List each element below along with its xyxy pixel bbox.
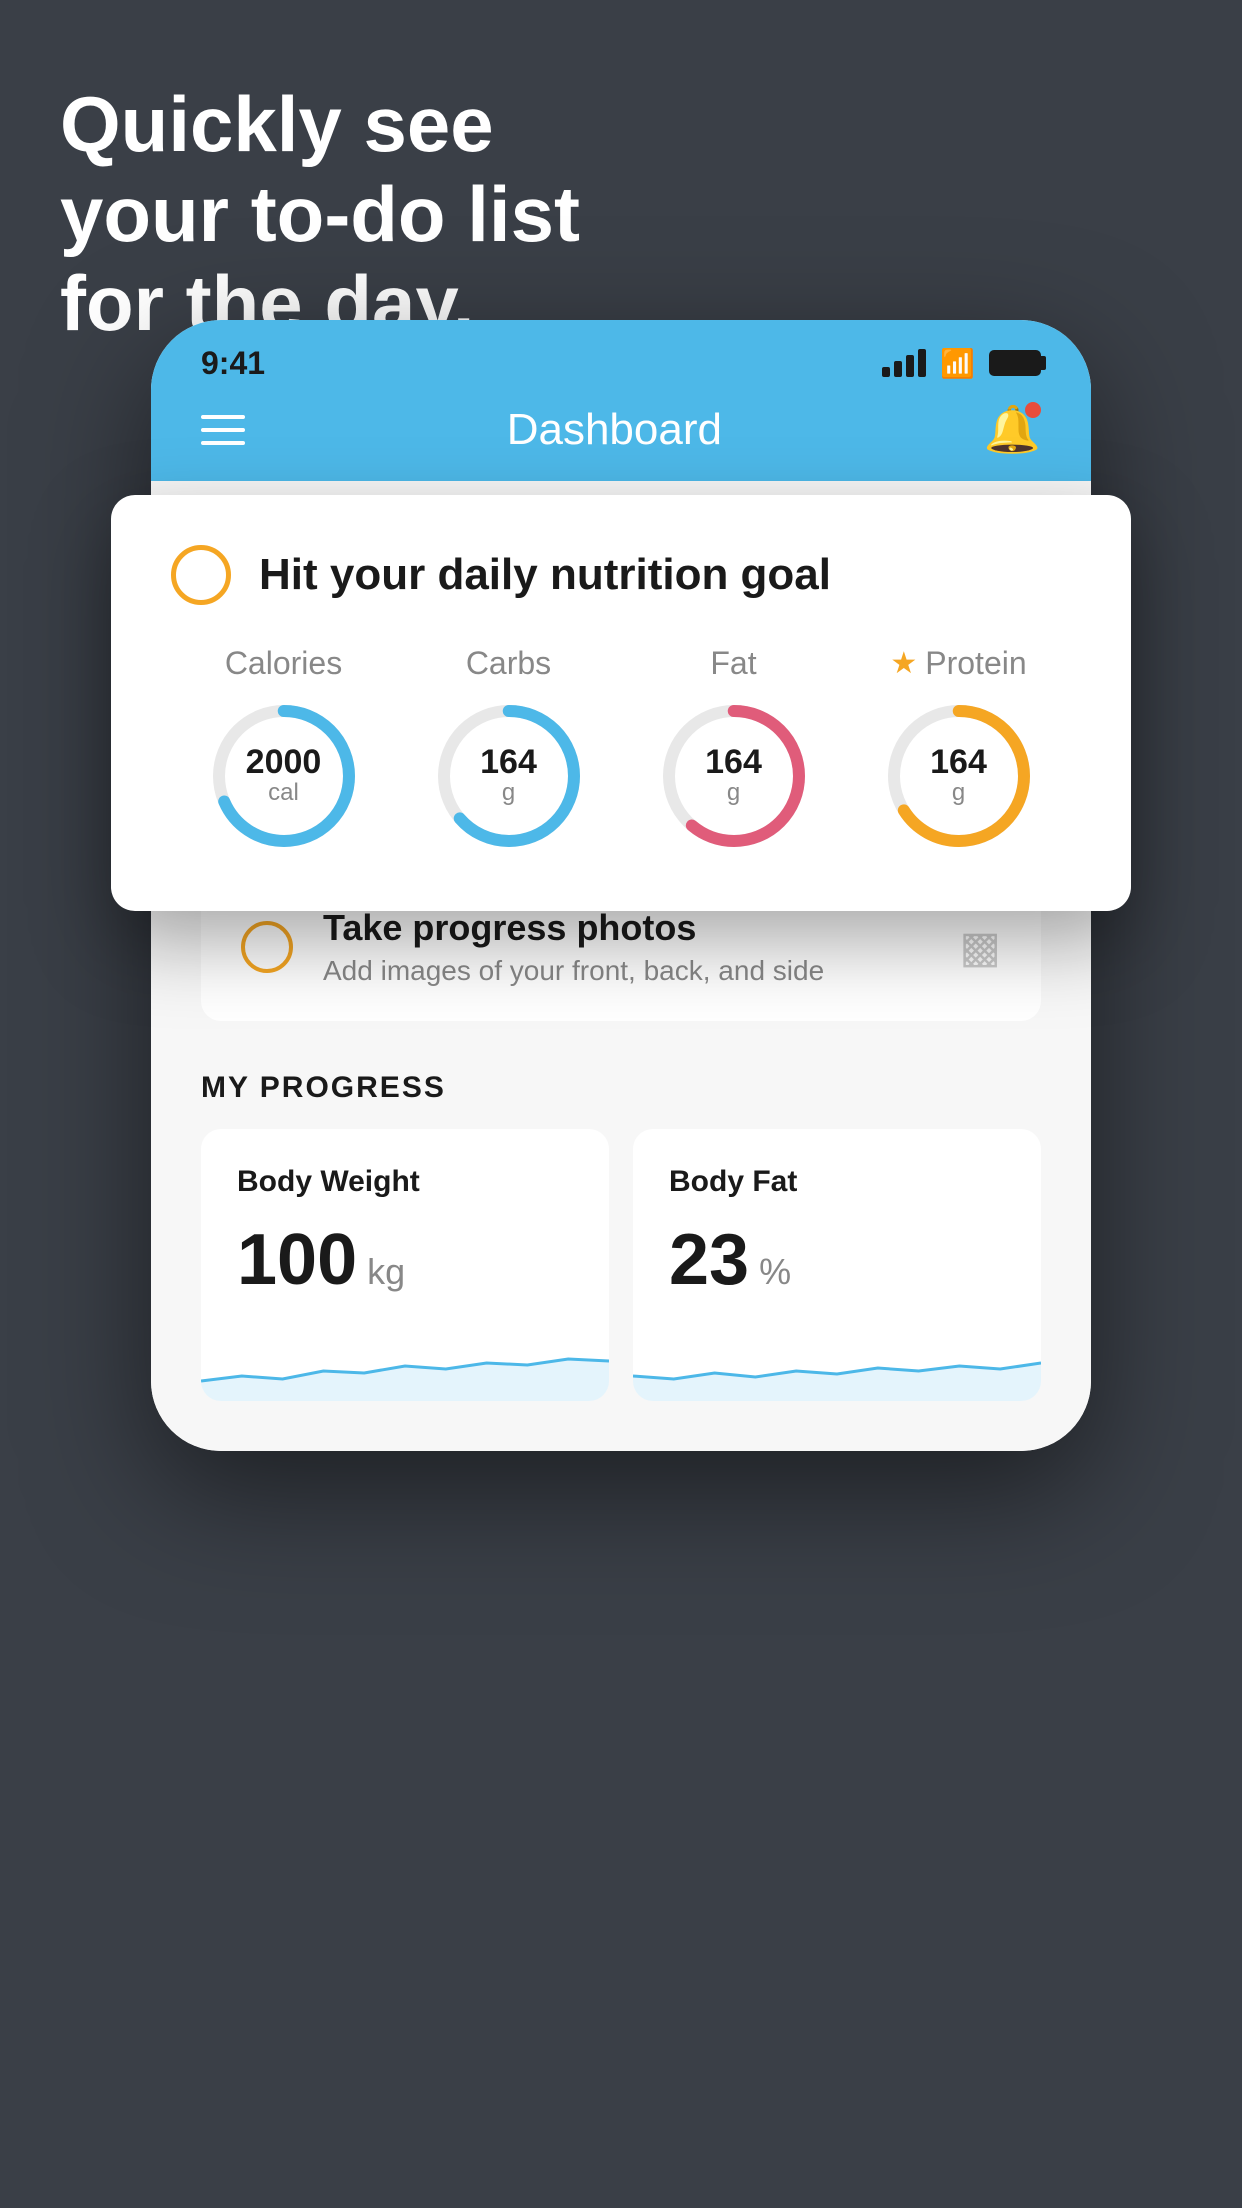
status-bar: 9:41 📶	[151, 320, 1091, 388]
fat-label: Fat	[710, 645, 756, 682]
body-weight-card[interactable]: Body Weight 100 kg	[201, 1129, 609, 1401]
menu-icon[interactable]	[201, 415, 245, 445]
calories-unit: cal	[246, 779, 322, 807]
protein-label: ★ Protein	[890, 645, 1026, 682]
app-header: Dashboard 🔔	[151, 388, 1091, 481]
todo-title-photos: Take progress photos	[323, 907, 929, 949]
progress-section: MY PROGRESS Body Weight 100 kg	[201, 1071, 1041, 1451]
fat-item: Fat 164 g	[654, 645, 814, 856]
protein-donut: 164 g	[879, 696, 1039, 856]
carbs-value: 164	[480, 745, 537, 779]
headline-line2: your to-do list	[60, 170, 580, 258]
battery-icon	[989, 350, 1041, 376]
status-icons: 📶	[882, 347, 1041, 380]
body-weight-unit: kg	[367, 1251, 405, 1293]
headline: Quickly see your to-do list for the day.	[60, 80, 580, 349]
fat-donut: 164 g	[654, 696, 814, 856]
calories-label: Calories	[225, 645, 342, 682]
fat-unit: g	[705, 779, 762, 807]
calories-donut: 2000 cal	[204, 696, 364, 856]
protein-unit: g	[930, 779, 987, 807]
protein-value: 164	[930, 745, 987, 779]
protein-star-icon: ★	[890, 646, 917, 681]
carbs-donut: 164 g	[429, 696, 589, 856]
body-fat-card[interactable]: Body Fat 23 %	[633, 1129, 1041, 1401]
headline-line1: Quickly see	[60, 80, 494, 168]
body-weight-chart	[201, 1321, 609, 1401]
progress-cards: Body Weight 100 kg	[201, 1129, 1041, 1451]
todo-text-photos: Take progress photos Add images of your …	[323, 907, 929, 987]
wifi-icon: 📶	[940, 347, 975, 380]
notification-bell[interactable]: 🔔	[984, 402, 1041, 457]
todo-circle-photos	[241, 921, 293, 973]
body-fat-card-title: Body Fat	[669, 1165, 1005, 1199]
protein-item: ★ Protein 164 g	[879, 645, 1039, 856]
photo-icon: ▩	[959, 922, 1001, 973]
nutrition-grid: Calories 2000 cal Carbs	[171, 645, 1071, 856]
calories-value: 2000	[246, 745, 322, 779]
calories-item: Calories 2000 cal	[204, 645, 364, 856]
signal-icon	[882, 349, 926, 377]
fat-value: 164	[705, 745, 762, 779]
body-weight-value-row: 100 kg	[237, 1219, 573, 1301]
body-fat-value-row: 23 %	[669, 1219, 1005, 1301]
card-header: Hit your daily nutrition goal	[171, 545, 1071, 605]
nutrition-card-title: Hit your daily nutrition goal	[259, 550, 831, 600]
carbs-label: Carbs	[466, 645, 551, 682]
body-weight-card-title: Body Weight	[237, 1165, 573, 1199]
phone-mockup: 9:41 📶 Dashboard 🔔	[151, 320, 1091, 1451]
status-time: 9:41	[201, 345, 265, 382]
body-fat-unit: %	[759, 1251, 791, 1293]
progress-title: MY PROGRESS	[201, 1071, 1041, 1105]
body-fat-chart	[633, 1321, 1041, 1401]
app-title: Dashboard	[507, 405, 722, 455]
body-weight-value: 100	[237, 1219, 357, 1301]
notification-dot	[1025, 402, 1041, 418]
nutrition-circle-icon	[171, 545, 231, 605]
todo-subtitle-photos: Add images of your front, back, and side	[323, 955, 929, 987]
carbs-unit: g	[480, 779, 537, 807]
body-fat-value: 23	[669, 1219, 749, 1301]
nutrition-popup-card: Hit your daily nutrition goal Calories 2…	[111, 495, 1131, 911]
carbs-item: Carbs 164 g	[429, 645, 589, 856]
